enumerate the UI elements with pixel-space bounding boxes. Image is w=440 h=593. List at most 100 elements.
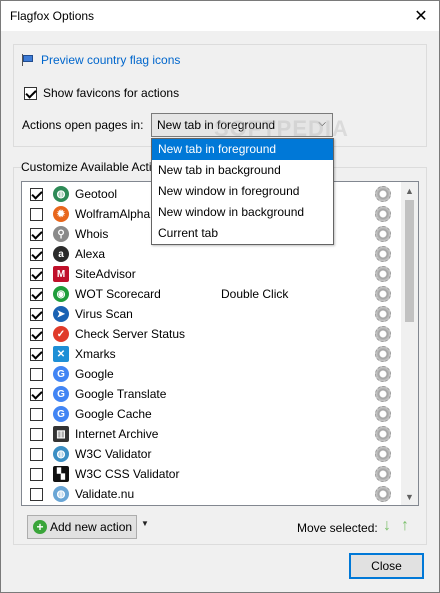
w3c-icon: ◍ bbox=[53, 446, 69, 462]
action-label: Validate.nu bbox=[75, 487, 135, 501]
close-button[interactable]: Close bbox=[349, 553, 424, 579]
action-enabled-checkbox[interactable] bbox=[30, 327, 43, 341]
gear-icon[interactable] bbox=[375, 226, 391, 242]
gear-icon[interactable] bbox=[375, 206, 391, 222]
scroll-down-icon[interactable]: ▼ bbox=[401, 488, 418, 505]
gear-icon[interactable] bbox=[375, 326, 391, 342]
action-enabled-checkbox[interactable] bbox=[30, 247, 43, 261]
action-row[interactable]: a Alexa bbox=[22, 244, 402, 264]
title-bar: Flagfox Options ✕ bbox=[1, 1, 439, 31]
add-action-dropdown-icon[interactable]: ▼ bbox=[141, 519, 149, 528]
show-favicons-row[interactable]: Show favicons for actions bbox=[24, 86, 179, 100]
action-enabled-checkbox[interactable] bbox=[30, 487, 43, 501]
action-row[interactable]: G Google bbox=[22, 364, 402, 384]
mcafee-icon: M bbox=[53, 266, 69, 282]
gear-icon[interactable] bbox=[375, 266, 391, 282]
google-cache-icon: G bbox=[53, 406, 69, 422]
action-row[interactable]: ◉ WOT Scorecard Double Click bbox=[22, 284, 402, 304]
validate-nu-icon: ◍ bbox=[53, 486, 69, 502]
action-row[interactable]: ▚ W3C CSS Validator bbox=[22, 464, 402, 484]
action-label: Internet Archive bbox=[75, 427, 159, 441]
magnifier-icon: ⚲ bbox=[53, 226, 69, 242]
scroll-thumb[interactable] bbox=[405, 200, 414, 322]
dropdown-option[interactable]: New tab in background bbox=[152, 160, 333, 181]
window-close-button[interactable]: ✕ bbox=[403, 1, 439, 31]
archive-icon: ▥ bbox=[53, 426, 69, 442]
action-enabled-checkbox[interactable] bbox=[30, 407, 43, 421]
gear-icon[interactable] bbox=[375, 406, 391, 422]
actions-open-value: New tab in foreground bbox=[157, 118, 276, 132]
gear-icon[interactable] bbox=[375, 426, 391, 442]
action-shortcut-label: Double Click bbox=[221, 287, 289, 301]
actions-open-label: Actions open pages in: bbox=[22, 118, 144, 132]
preview-flags-row[interactable]: Preview country flag icons bbox=[21, 53, 180, 67]
move-up-icon[interactable]: ↑ bbox=[401, 517, 409, 535]
action-row[interactable]: ✕ Xmarks bbox=[22, 344, 402, 364]
gear-icon[interactable] bbox=[375, 386, 391, 402]
action-row[interactable]: ◍ Validate.nu bbox=[22, 484, 402, 504]
action-enabled-checkbox[interactable] bbox=[30, 467, 43, 481]
gear-icon[interactable] bbox=[375, 486, 391, 502]
globe-icon: ◍ bbox=[53, 186, 69, 202]
action-label: Alexa bbox=[75, 247, 106, 261]
action-enabled-checkbox[interactable] bbox=[30, 367, 43, 381]
scroll-up-icon[interactable]: ▲ bbox=[401, 182, 418, 199]
move-selected-label: Move selected: bbox=[297, 521, 378, 535]
action-enabled-checkbox[interactable] bbox=[30, 267, 43, 281]
action-label: WolframAlpha bbox=[75, 207, 151, 221]
action-label: Google Cache bbox=[75, 407, 152, 421]
action-enabled-checkbox[interactable] bbox=[30, 307, 43, 321]
list-scrollbar[interactable]: ▲ ▼ bbox=[401, 182, 418, 505]
action-label: WOT Scorecard bbox=[75, 287, 161, 301]
virus-scan-icon: ➤ bbox=[53, 306, 69, 322]
flag-icon bbox=[21, 54, 35, 66]
action-enabled-checkbox[interactable] bbox=[30, 287, 43, 301]
actions-group-label: Customize Available Acti bbox=[21, 160, 156, 174]
action-enabled-checkbox[interactable] bbox=[30, 207, 43, 221]
action-label: Google Translate bbox=[75, 387, 167, 401]
show-favicons-checkbox[interactable] bbox=[24, 86, 37, 100]
dropdown-option[interactable]: New window in background bbox=[152, 202, 333, 223]
gear-icon[interactable] bbox=[375, 366, 391, 382]
google-icon: G bbox=[53, 366, 69, 382]
action-enabled-checkbox[interactable] bbox=[30, 427, 43, 441]
server-status-icon: ✓ bbox=[53, 326, 69, 342]
gear-icon[interactable] bbox=[375, 286, 391, 302]
action-label: Whois bbox=[75, 227, 109, 241]
add-icon: + bbox=[33, 520, 47, 534]
action-enabled-checkbox[interactable] bbox=[30, 347, 43, 361]
action-label: Virus Scan bbox=[75, 307, 133, 321]
action-enabled-checkbox[interactable] bbox=[30, 387, 43, 401]
gear-icon[interactable] bbox=[375, 446, 391, 462]
actions-open-dropdown[interactable]: New tab in foreground New tab in backgrou… bbox=[151, 138, 334, 245]
action-row[interactable]: ▥ Internet Archive bbox=[22, 424, 402, 444]
action-row[interactable]: ✓ Check Server Status bbox=[22, 324, 402, 344]
dropdown-option[interactable]: New window in foreground bbox=[152, 181, 333, 202]
action-row[interactable]: ➤ Virus Scan bbox=[22, 304, 402, 324]
action-label: Geotool bbox=[75, 187, 118, 201]
move-down-icon[interactable]: ↓ bbox=[383, 517, 391, 535]
gear-icon[interactable] bbox=[375, 306, 391, 322]
gear-icon[interactable] bbox=[375, 186, 391, 202]
dropdown-option[interactable]: New tab in foreground bbox=[152, 139, 333, 160]
action-enabled-checkbox[interactable] bbox=[30, 227, 43, 241]
action-enabled-checkbox[interactable] bbox=[30, 447, 43, 461]
action-label: W3C CSS Validator bbox=[75, 467, 180, 481]
gear-icon[interactable] bbox=[375, 346, 391, 362]
window-title: Flagfox Options bbox=[10, 9, 95, 23]
action-row[interactable]: ◍ W3C Validator bbox=[22, 444, 402, 464]
action-row[interactable]: G Google Cache bbox=[22, 404, 402, 424]
dropdown-option[interactable]: Current tab bbox=[152, 223, 333, 244]
alexa-icon: a bbox=[53, 246, 69, 262]
gear-icon[interactable] bbox=[375, 466, 391, 482]
action-row[interactable]: G Google Translate bbox=[22, 384, 402, 404]
gear-icon[interactable] bbox=[375, 246, 391, 262]
preview-flags-link[interactable]: Preview country flag icons bbox=[41, 53, 180, 67]
actions-open-select[interactable]: New tab in foreground ⌵ bbox=[151, 113, 333, 137]
options-window: Flagfox Options ✕ Preview country flag i… bbox=[0, 0, 440, 593]
action-enabled-checkbox[interactable] bbox=[30, 187, 43, 201]
add-action-button[interactable]: + Add new action bbox=[27, 515, 137, 539]
action-row[interactable]: M SiteAdvisor bbox=[22, 264, 402, 284]
show-favicons-label: Show favicons for actions bbox=[43, 86, 180, 100]
action-label: SiteAdvisor bbox=[75, 267, 136, 281]
